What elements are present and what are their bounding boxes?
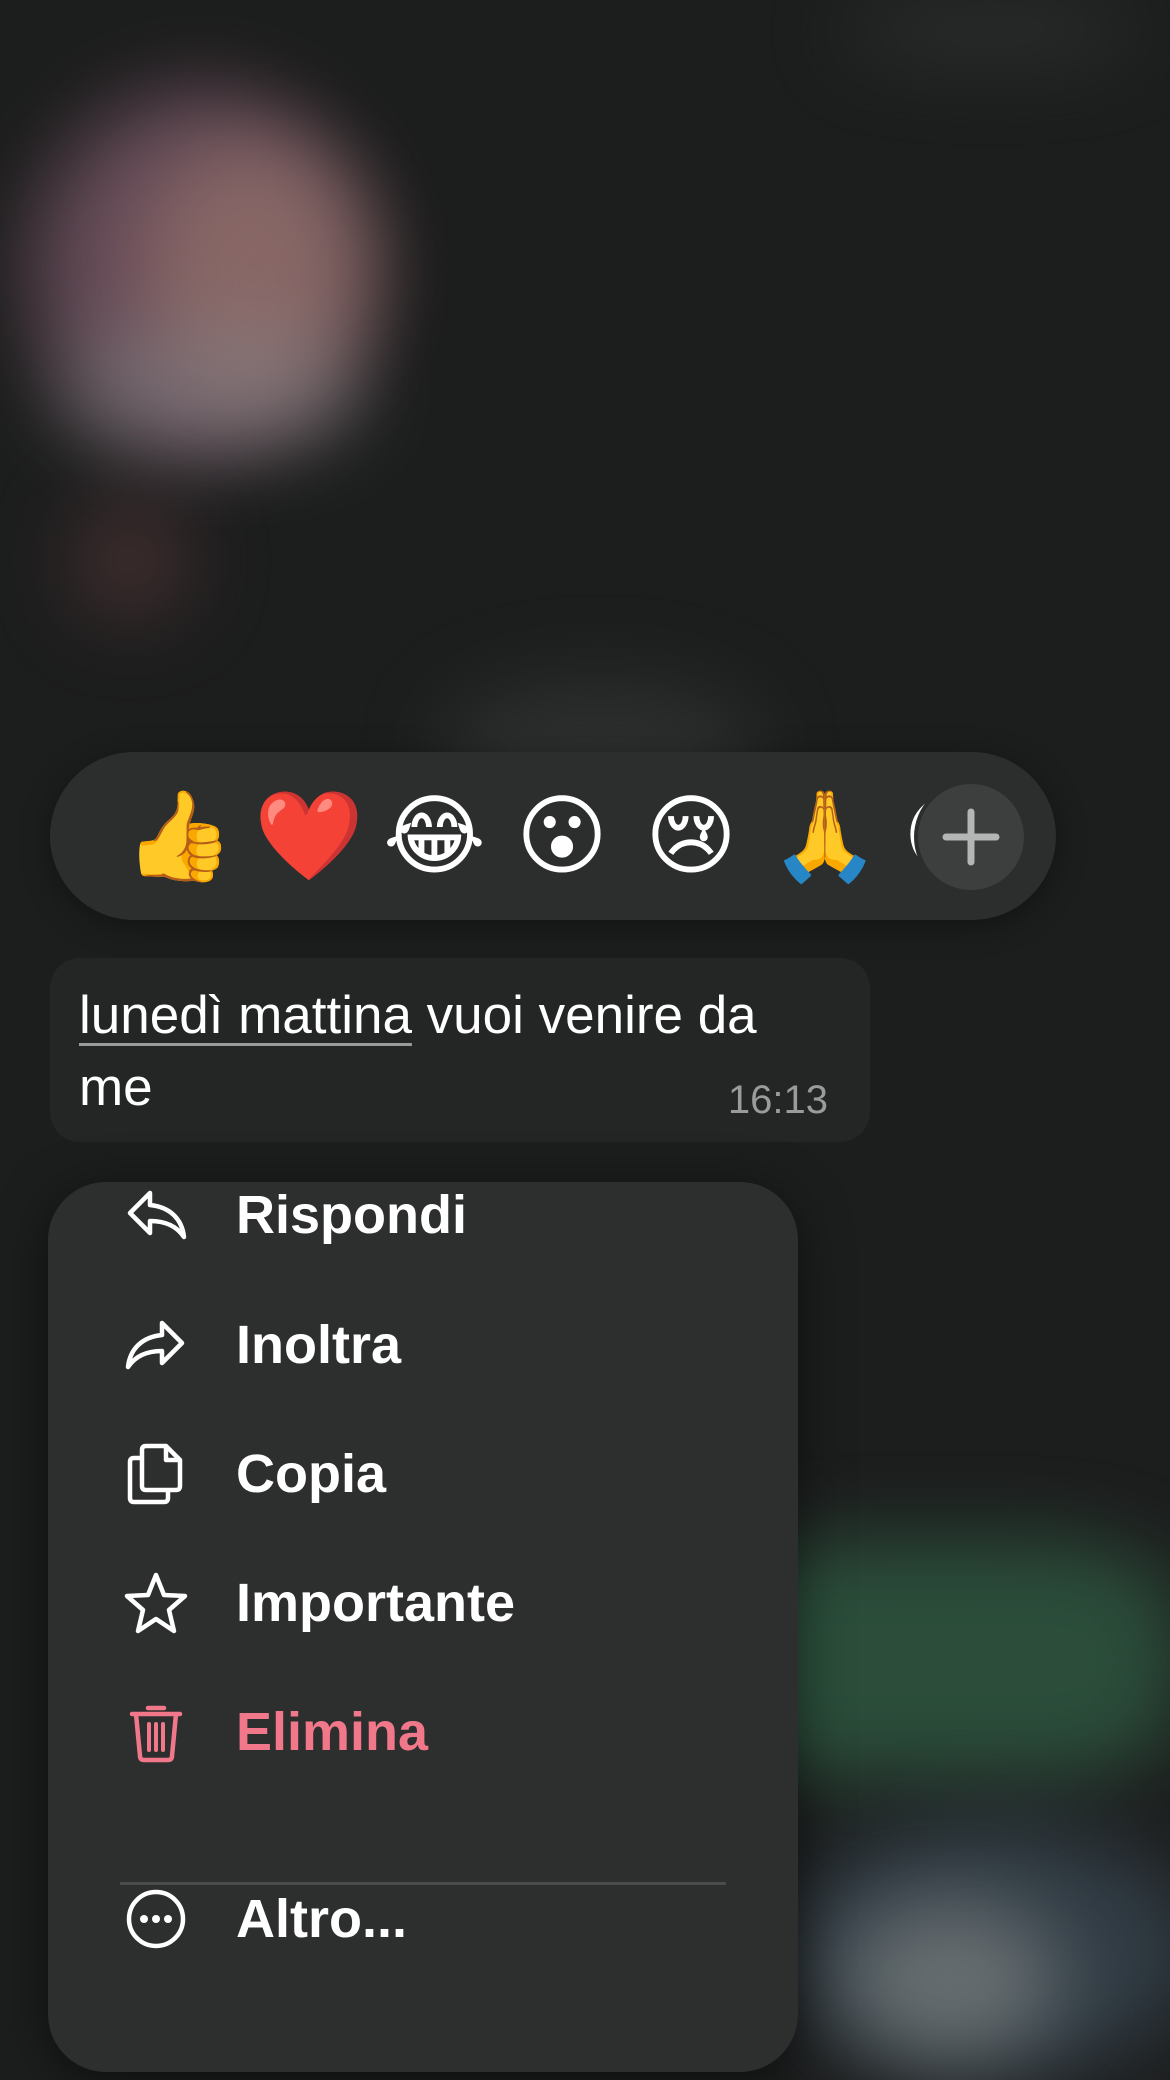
plus-icon: [942, 808, 1000, 866]
menu-item-label: Elimina: [236, 1702, 429, 1762]
message-text: lunedì mattina vuoi venire da me: [79, 980, 839, 1124]
reaction-heart[interactable]: ❤️: [254, 786, 364, 886]
more-options-icon: [126, 1889, 186, 1949]
menu-item-label: Importante: [236, 1573, 516, 1633]
star-icon: [124, 1572, 188, 1634]
context-menu: Rispondi Inoltra Copia Importante Elimin…: [48, 1182, 798, 2072]
menu-item-copy[interactable]: Copia: [48, 1412, 798, 1532]
menu-item-label: Rispondi: [236, 1185, 467, 1245]
reaction-surprised[interactable]: 😮: [512, 786, 612, 886]
menu-item-label: Inoltra: [236, 1315, 402, 1375]
trash-icon: [129, 1705, 183, 1763]
menu-item-label: Copia: [236, 1444, 387, 1504]
date-link[interactable]: lunedì mattina: [79, 986, 412, 1045]
reaction-thumbs-up[interactable]: 👍: [124, 786, 234, 886]
reaction-laughing[interactable]: 😂: [383, 786, 486, 886]
menu-item-more[interactable]: Altro...: [48, 1857, 798, 1977]
copy-icon: [127, 1443, 183, 1505]
message-bubble[interactable]: lunedì mattina vuoi venire da me 16:13: [50, 958, 870, 1142]
reaction-bar: 👍 ❤️ 😂 😮 😢 🙏 😍: [50, 752, 1056, 920]
message-timestamp: 16:13: [727, 1078, 828, 1122]
reaction-crying[interactable]: 😢: [641, 786, 741, 886]
reply-icon: [127, 1190, 187, 1240]
menu-item-forward[interactable]: Inoltra: [48, 1283, 798, 1403]
forward-icon: [125, 1320, 185, 1370]
menu-item-star[interactable]: Importante: [48, 1541, 798, 1661]
more-reactions-button[interactable]: [918, 784, 1024, 890]
menu-item-label: Altro...: [236, 1889, 407, 1949]
menu-item-reply[interactable]: Rispondi: [48, 1153, 798, 1273]
reaction-praying-hands[interactable]: 🙏: [770, 786, 880, 886]
menu-item-delete[interactable]: Elimina: [48, 1670, 798, 1790]
